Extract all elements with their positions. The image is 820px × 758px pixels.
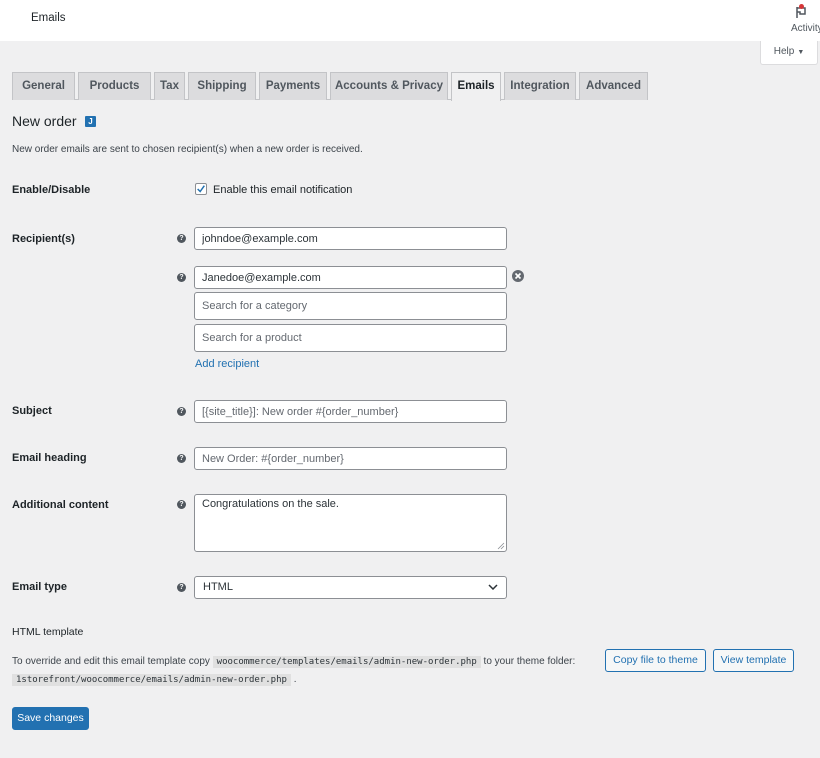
template-destination: 1storefront/woocommerce/emails/admin-new… [12,674,297,686]
secondary-recipient-input[interactable] [194,266,507,289]
help-label: Help [773,46,795,57]
section-description: New order emails are sent to chosen reci… [12,144,363,155]
return-link-icon[interactable]: J [85,116,96,127]
recipient-email-input[interactable] [194,227,507,250]
enable-disable-label: Enable/Disable [12,184,91,196]
recipients-label: Recipient(s) [12,233,75,245]
tab-integration[interactable]: Integration [504,72,576,100]
email-heading-label: Email heading [12,452,87,464]
help-button[interactable]: Help ▼ [760,41,818,65]
help-tip-icon[interactable]: ? [177,273,186,282]
email-type-label: Email type [12,581,68,593]
tab-payments[interactable]: Payments [259,72,327,100]
email-type-select[interactable]: HTML [194,576,507,599]
add-recipient-link[interactable]: Add recipient [195,358,259,370]
settings-tabs: General Products Tax Shipping Payments A… [12,72,648,101]
copy-file-to-theme-button[interactable]: Copy file to theme [605,649,706,672]
top-bar: Emails Activity [0,0,820,41]
product-search-input[interactable] [194,324,507,352]
email-heading-input[interactable] [194,447,507,470]
section-title: New order [12,113,77,129]
template-source-path: woocommerce/templates/emails/admin-new-o… [212,656,481,668]
additional-content-textarea[interactable]: Congratulations on the sale. [194,494,507,552]
subject-input[interactable] [194,400,507,423]
help-tip-icon[interactable]: ? [177,407,186,416]
subject-label: Subject [12,405,52,417]
checkmark-icon [197,185,205,193]
template-text-end: . [293,674,297,685]
resize-handle-icon[interactable] [497,542,505,550]
template-text-before: To override and edit this email template… [12,656,210,667]
save-changes-button[interactable]: Save changes [12,707,89,730]
tab-tax[interactable]: Tax [154,72,185,100]
tab-shipping[interactable]: Shipping [188,72,256,100]
template-text-middle: to your theme folder: [483,656,576,667]
template-instructions: To override and edit this email template… [12,656,576,668]
notification-dot [799,4,804,9]
html-template-heading: HTML template [12,626,84,638]
view-template-button[interactable]: View template [713,649,794,672]
tab-accounts-privacy[interactable]: Accounts & Privacy [330,72,448,100]
help-tip-icon[interactable]: ? [177,454,186,463]
category-search-input[interactable] [194,292,507,320]
template-dest-path: 1storefront/woocommerce/emails/admin-new… [12,674,291,686]
enable-notification-checkbox[interactable] [195,183,207,195]
enable-notification-label: Enable this email notification [213,184,353,196]
caret-down-icon: ▼ [797,49,805,56]
tab-emails[interactable]: Emails [451,72,501,101]
activity-label: Activity [791,23,820,34]
help-tip-icon[interactable]: ? [177,500,186,509]
activity-button[interactable]: Activity [780,3,820,39]
page-title: Emails [31,12,66,24]
tab-products[interactable]: Products [78,72,151,100]
remove-recipient-icon[interactable] [512,270,524,282]
additional-content-label: Additional content [12,499,109,511]
help-tip-icon[interactable]: ? [177,234,186,243]
tab-advanced[interactable]: Advanced [579,72,648,100]
help-tip-icon[interactable]: ? [177,583,186,592]
tab-general[interactable]: General [12,72,75,100]
chevron-down-icon [488,584,498,590]
email-type-value: HTML [203,581,233,593]
